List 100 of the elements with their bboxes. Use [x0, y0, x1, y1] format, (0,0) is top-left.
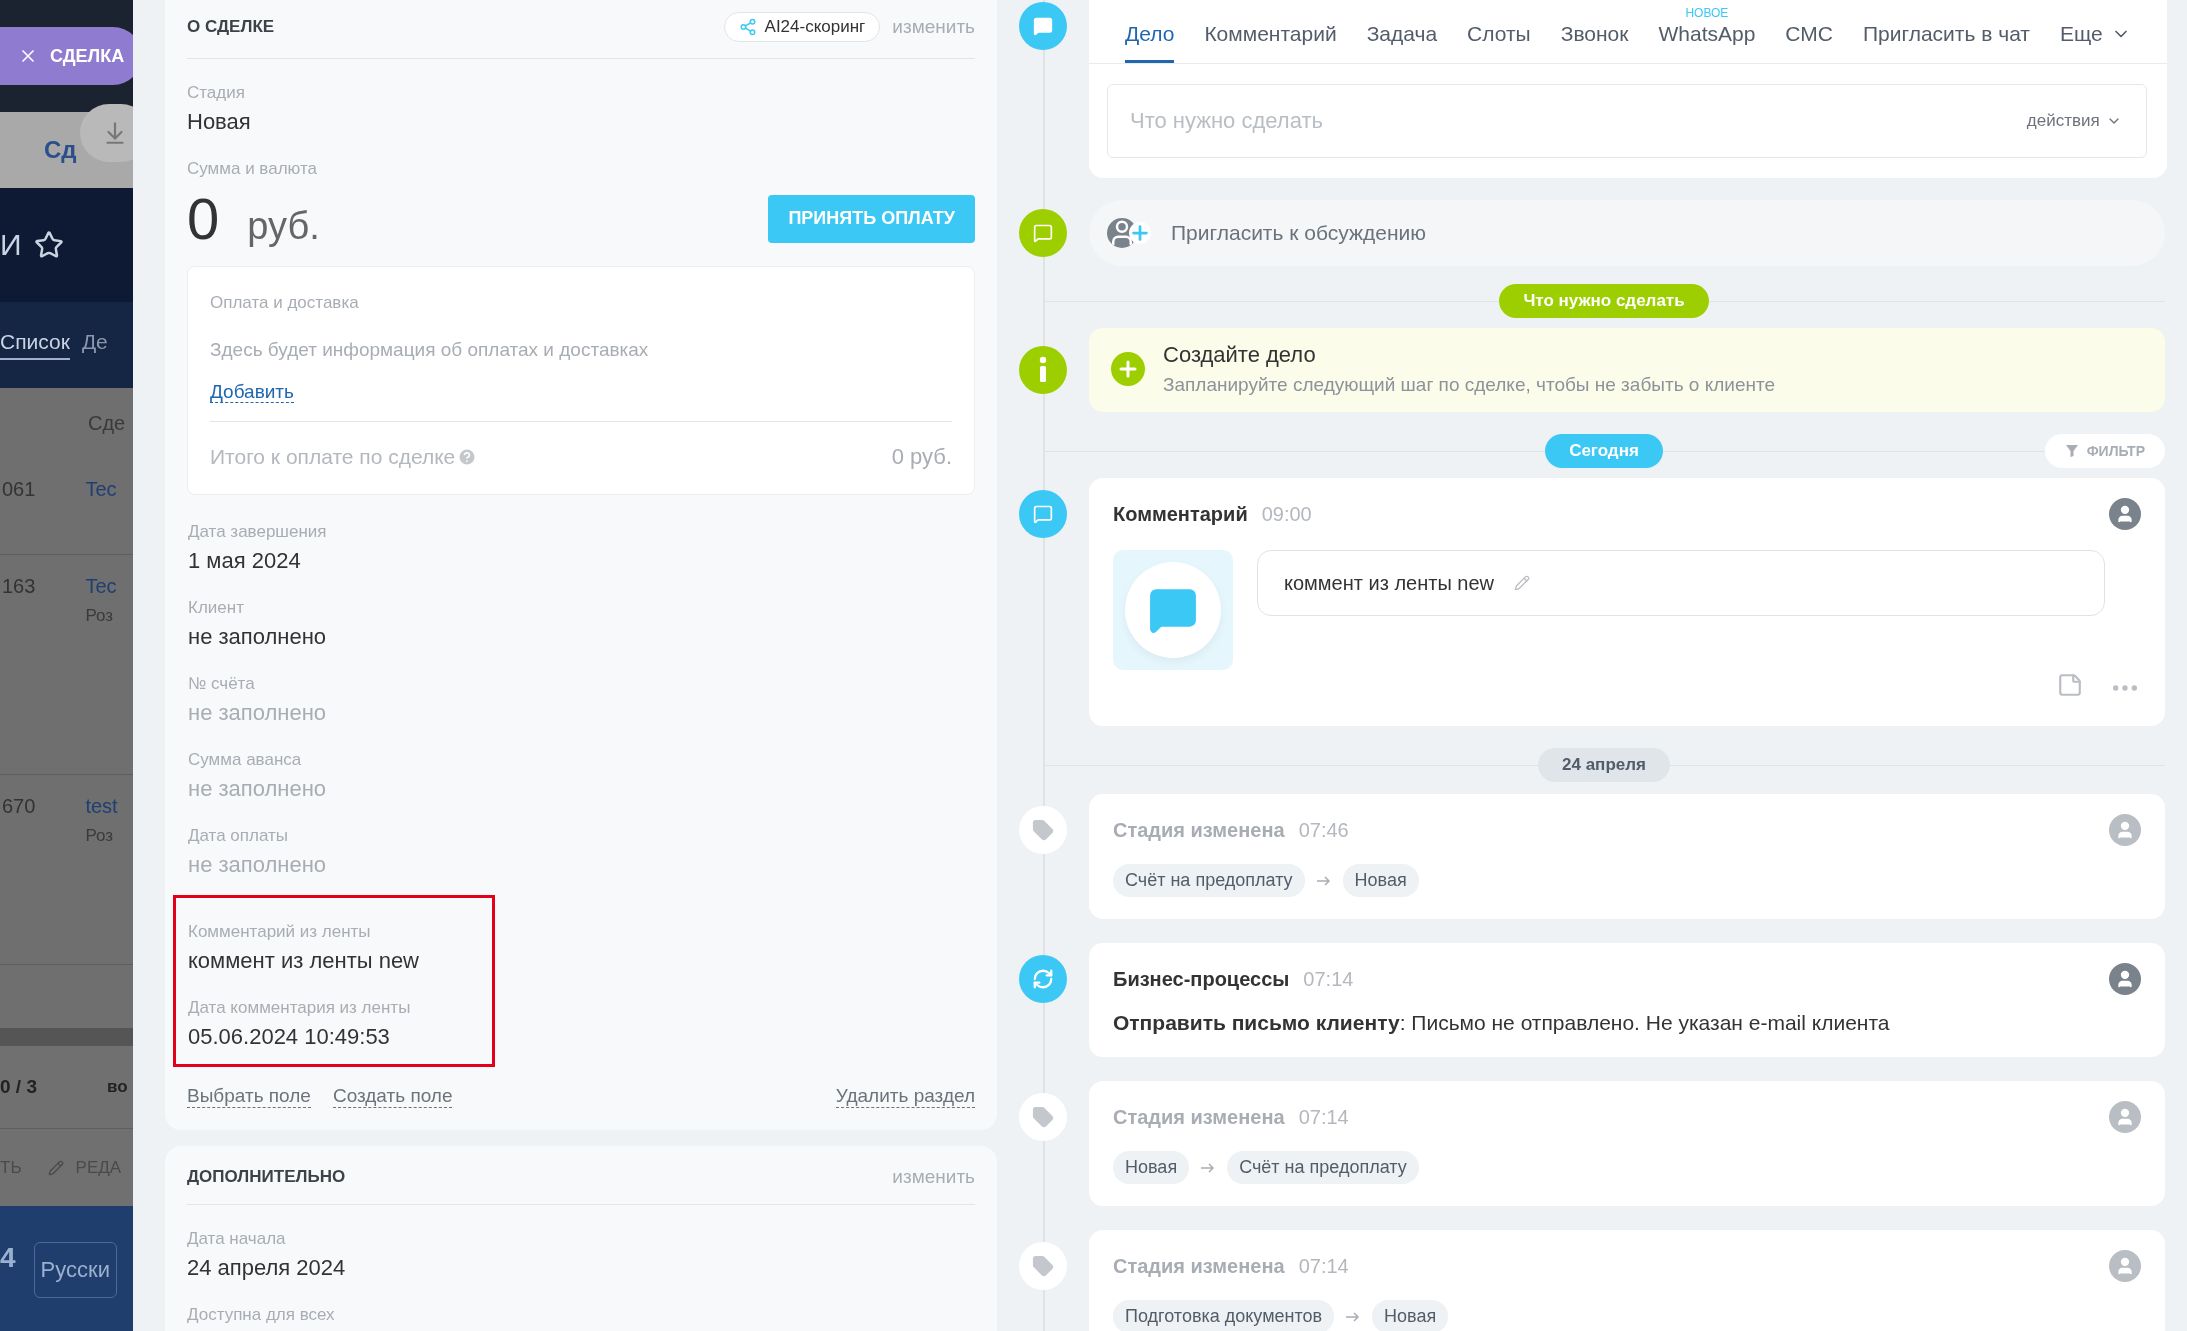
- field-value: 05.06.2024 10:49:53: [188, 1024, 391, 1050]
- backdrop-row-id: 163: [2, 575, 36, 599]
- todo-hint: Запланируйте следующий шаг по сделке, чтобы не забыть о клиенте: [1163, 374, 1775, 396]
- todo-title: Создайте дело: [1163, 342, 1317, 368]
- section-title: ДОПОЛНИТЕЛЬНО: [187, 1167, 346, 1187]
- field-value: коммент из ленты new: [188, 948, 420, 974]
- invite-label: Пригласить к обсуждению: [1171, 221, 1427, 245]
- task-input[interactable]: Что нужно сделать действия: [1107, 84, 2147, 158]
- pencil-icon[interactable]: [1514, 575, 1530, 591]
- field-action-link[interactable]: Выбрать поле: [187, 1085, 311, 1108]
- arrow-icon: [1201, 1162, 1216, 1173]
- comment-tile-icon: [1113, 550, 1233, 670]
- activity-tab[interactable]: Еще: [2059, 22, 2131, 63]
- add-link[interactable]: Добавить: [210, 381, 294, 403]
- field-label: Дата завершения: [188, 522, 328, 542]
- field-action-link[interactable]: Создать поле: [332, 1085, 453, 1108]
- avatar-icon: [2109, 1250, 2141, 1282]
- comment-text: коммент из ленты new: [1284, 571, 1494, 595]
- backdrop-row-id: 061: [2, 478, 36, 502]
- chat-icon: [1033, 504, 1053, 524]
- event-title: Стадия изменена: [1113, 818, 1285, 842]
- event-title: Комментарий: [1113, 502, 1248, 526]
- section-title: О СДЕЛКЕ: [187, 17, 275, 37]
- field-label: Доступна для всех: [187, 1305, 336, 1325]
- activity-tab[interactable]: Комментарий: [1204, 22, 1337, 63]
- tag-event-icon: [1019, 1242, 1067, 1290]
- tag-event-icon: [1019, 806, 1067, 854]
- field-label: Сумма и валюта: [187, 159, 318, 179]
- field-label: № счёта: [188, 674, 256, 694]
- field-label: Сумма аванса: [188, 750, 303, 770]
- field-label: Дата начала: [187, 1229, 287, 1249]
- backdrop-footer-text: 4: [0, 1242, 16, 1274]
- backdrop-nav-tab[interactable]: Список: [0, 330, 70, 360]
- backdrop-counter: 0 / 3: [0, 1076, 37, 1098]
- language-selector[interactable]: Русски: [33, 1242, 117, 1298]
- currency-label: руб.: [247, 205, 320, 248]
- amount-value: 0: [187, 185, 220, 252]
- stage-tag: Новая: [1372, 1300, 1449, 1331]
- activity-tab[interactable]: Задача: [1366, 22, 1438, 63]
- stage-tag: Счёт на предоплату: [1113, 864, 1305, 897]
- add-user-icon: [1107, 216, 1153, 250]
- event-title: Стадия изменена: [1113, 1105, 1285, 1129]
- star-icon: [33, 230, 64, 260]
- new-label: НОВОЕ: [1684, 6, 1730, 20]
- avatar-icon: [2109, 814, 2141, 846]
- invite-bar[interactable]: Пригласить к обсуждению: [1089, 200, 2165, 266]
- process-event-icon: [1019, 955, 1067, 1003]
- activity-tab[interactable]: СМС: [1785, 22, 1833, 63]
- activity-tab[interactable]: Звонок: [1560, 22, 1629, 63]
- event-time: 09:00: [1261, 502, 1312, 526]
- close-deal-label: СДЕЛКА: [50, 45, 125, 67]
- field-value: 24 апреля 2024: [187, 1255, 347, 1281]
- payment-text: Здесь будет информация об оплатах и доставках: [210, 339, 650, 361]
- avatar-icon: [2109, 963, 2141, 995]
- scoring-badge[interactable]: AI24-скоринг: [723, 12, 881, 42]
- field-label: Клиент: [188, 598, 245, 618]
- field-value: не заполнено: [188, 624, 328, 650]
- backdrop-nav-tab[interactable]: Де: [81, 330, 108, 360]
- payment-title: Оплата и доставка: [210, 293, 360, 313]
- chat-icon: [1033, 223, 1053, 243]
- today-label: Сегодня: [1545, 434, 1663, 468]
- add-icon[interactable]: [1111, 352, 1145, 386]
- avatar-icon: [2109, 1101, 2141, 1133]
- chat-icon: [1033, 16, 1053, 36]
- backdrop-row-id: 670: [2, 795, 36, 819]
- planned-label: Что нужно сделать: [1499, 284, 1709, 318]
- backdrop-counter-next: во: [107, 1077, 128, 1097]
- actions-dropdown[interactable]: действия: [2026, 111, 2122, 131]
- activity-tab[interactable]: Слоты: [1467, 22, 1531, 63]
- date-label: 24 апреля: [1538, 748, 1670, 782]
- field-value: не заполнено: [188, 852, 328, 878]
- stage-tag: Подготовка документов: [1113, 1300, 1335, 1331]
- note-icon[interactable]: [2057, 672, 2083, 698]
- event-title: Стадия изменена: [1113, 1254, 1285, 1278]
- help-icon: [457, 447, 478, 467]
- field-value: не заполнено: [188, 776, 328, 802]
- avatar-icon: [2109, 498, 2141, 530]
- filter-icon: [2064, 444, 2079, 458]
- close-deal-button[interactable]: СДЕЛКА: [0, 27, 133, 85]
- stage-tag: Счёт на предоплату: [1227, 1151, 1419, 1184]
- delete-section-link[interactable]: Удалить раздел: [835, 1085, 975, 1108]
- activity-tab[interactable]: Дело: [1125, 22, 1175, 63]
- event-title: Бизнес-процессы: [1113, 967, 1290, 991]
- field-value: Новая: [187, 109, 252, 135]
- total-label: Итого к оплате по сделке: [210, 445, 456, 469]
- info-icon: [1019, 346, 1067, 394]
- collapse-button[interactable]: [80, 104, 133, 162]
- process-message: Отправить письмо клиенту: Письмо не отправлено. Не указан e-mail клиента: [1113, 1011, 1891, 1035]
- stage-tag: Новая: [1113, 1151, 1190, 1184]
- arrow-icon: [1346, 1311, 1361, 1322]
- stage-tag: Новая: [1342, 864, 1419, 897]
- nodes-icon: [738, 18, 757, 36]
- activity-tab[interactable]: Пригласить в чат: [1862, 22, 2030, 63]
- field-label: Комментарий из ленты: [188, 922, 372, 942]
- event-time: 07:14: [1303, 967, 1354, 991]
- arrow-icon: [1316, 875, 1331, 886]
- event-time: 07:14: [1298, 1254, 1349, 1278]
- tag-event-icon: [1019, 1093, 1067, 1141]
- pencil-icon: [47, 1159, 64, 1176]
- field-label: Дата оплаты: [188, 826, 290, 846]
